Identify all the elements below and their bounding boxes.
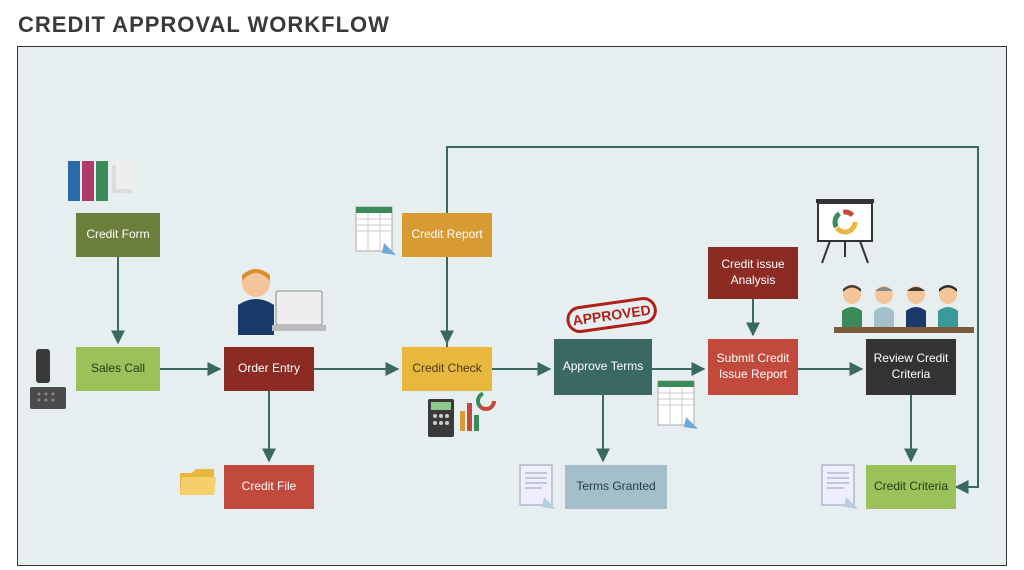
page-title: CREDIT APPROVAL WORKFLOW	[0, 0, 1024, 46]
node-credit-issue-analysis: Credit issue Analysis	[708, 247, 798, 299]
node-terms-granted: Terms Granted	[565, 465, 667, 509]
node-credit-criteria: Credit Criteria	[866, 465, 956, 509]
node-credit-form: Credit Form	[76, 213, 160, 257]
calculator-chart-icon	[426, 385, 496, 446]
people-group-icon	[834, 281, 974, 342]
spreadsheet-icon	[654, 377, 698, 434]
person-laptop-icon	[228, 265, 328, 348]
document-icon	[818, 461, 858, 514]
node-approve-terms: Approve Terms	[554, 339, 652, 395]
node-review-credit-criteria: Review Credit Criteria	[866, 339, 956, 395]
workflow-canvas: Credit Form Sales Call Order Entry Credi…	[17, 46, 1007, 566]
easel-chart-icon	[810, 197, 880, 272]
node-submit-credit-issue-report: Submit Credit Issue Report	[708, 339, 798, 395]
node-sales-call: Sales Call	[76, 347, 160, 391]
node-credit-file: Credit File	[224, 465, 314, 509]
document-icon	[516, 461, 556, 514]
spreadsheet-icon	[352, 203, 396, 260]
approved-stamp-icon: APPROVED	[564, 291, 661, 344]
node-order-entry: Order Entry	[224, 347, 314, 391]
node-credit-report: Credit Report	[402, 213, 492, 257]
phone-icon	[26, 347, 72, 420]
binders-icon	[66, 155, 136, 210]
folder-icon	[178, 465, 218, 506]
